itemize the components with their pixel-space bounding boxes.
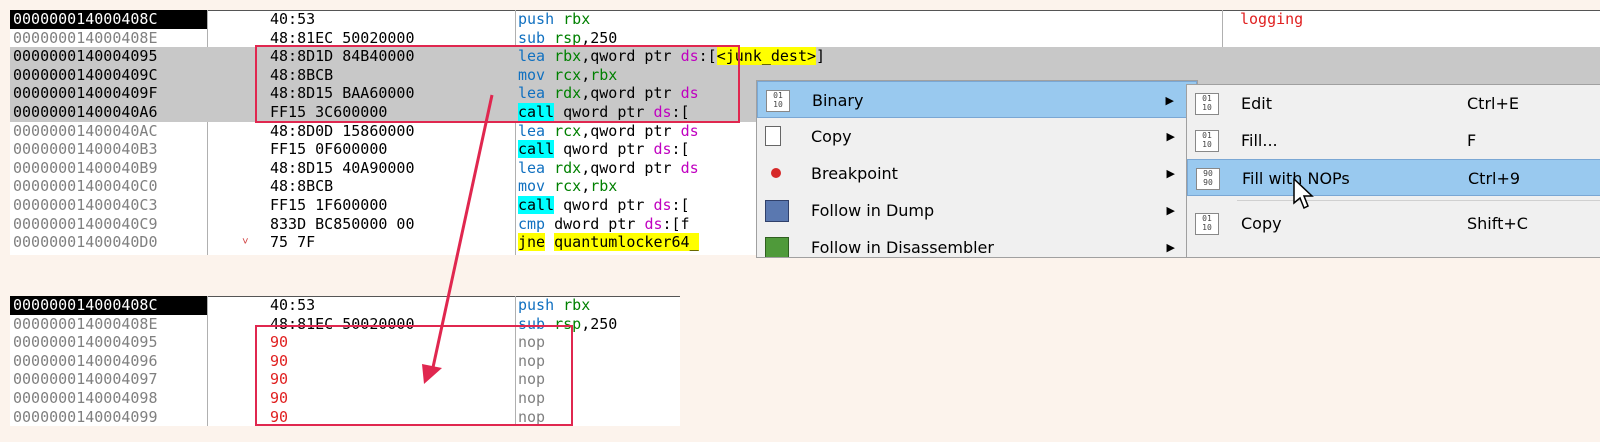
mouse-cursor-icon <box>1293 177 1314 210</box>
annotation-arrow <box>422 94 494 384</box>
